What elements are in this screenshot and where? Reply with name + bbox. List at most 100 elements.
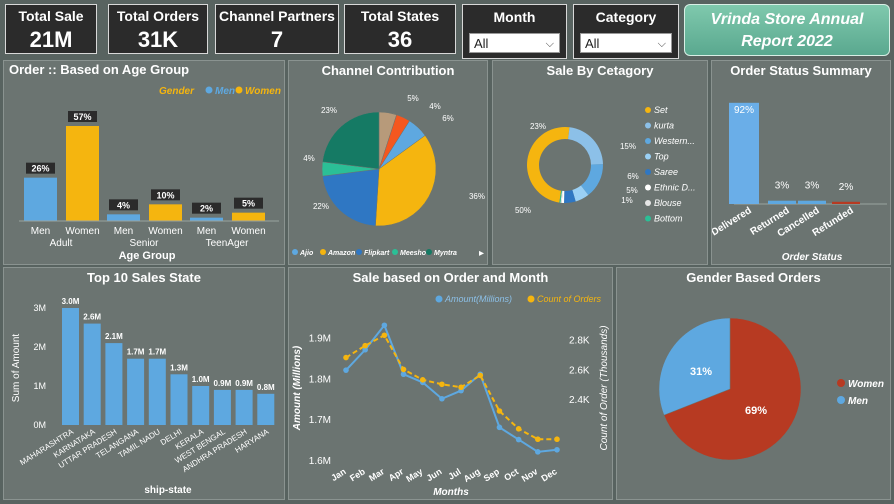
age-chart-title: Order :: Based on Age Group xyxy=(9,62,189,77)
state-bar xyxy=(257,393,275,425)
kpi-total-sale: Total Sale 21M xyxy=(5,4,97,54)
kpi-total-states: Total States 36 xyxy=(344,4,456,54)
donut-data-label: 6% xyxy=(627,172,639,181)
point-orders xyxy=(381,332,388,339)
point-orders xyxy=(535,436,541,443)
series-line-orders xyxy=(345,333,557,441)
age-group-chart: Order :: Based on Age GroupGender Men Wome… xyxy=(9,62,281,262)
x-axis-title: Months xyxy=(433,487,469,498)
donut-data-label: 1% xyxy=(621,196,633,205)
y-right-tick-label: 2.8K xyxy=(569,336,590,347)
y-left-tick-label: 1.6M xyxy=(309,456,331,467)
data-label: 26% xyxy=(31,164,49,174)
donut-data-label: 50% xyxy=(515,206,531,215)
legend-label: Saree xyxy=(654,167,678,177)
category-panel: Sale By Cetagory 50% 23% 15% 6% 5% 1% Set kurta… xyxy=(492,60,708,265)
legend-marker xyxy=(645,215,651,222)
age-group-panel: Order :: Based on Age Group Gender Men Wome… xyxy=(3,60,285,265)
x-sub-label: Women xyxy=(65,226,99,237)
x-tick-label: Delivered xyxy=(712,205,754,238)
point-orders xyxy=(362,342,368,349)
data-label: 1.0M xyxy=(192,375,210,384)
legend-label: Western... xyxy=(654,136,695,146)
x-group-label: TeenAger xyxy=(206,238,249,249)
data-label: 2.1M xyxy=(105,332,123,341)
y-tick-label: 0M xyxy=(33,420,46,430)
legend-label-amount: Amount(Millions) xyxy=(444,294,512,304)
data-label: 57% xyxy=(73,112,91,122)
pie-slice xyxy=(322,111,380,170)
legend-marker xyxy=(645,138,651,144)
x-tick-label: Sep xyxy=(482,466,502,483)
data-label: 2% xyxy=(200,204,213,214)
x-tick-label: Jul xyxy=(446,466,462,481)
state-bar xyxy=(62,308,79,425)
kpi-value: 31K xyxy=(137,27,179,52)
y-tick-label: 1M xyxy=(33,381,46,391)
donut-data-label: 5% xyxy=(626,186,638,195)
kpi-value: 21M xyxy=(29,27,73,52)
pie-data-label: 6% xyxy=(442,114,454,123)
month-dropdown[interactable]: All ⌵ xyxy=(469,33,560,53)
point-orders xyxy=(419,377,426,383)
x-group-label: Adult xyxy=(50,238,73,249)
pie-data-label: 23% xyxy=(321,106,337,115)
y-left-axis-title: Amount (Millions) xyxy=(292,345,303,431)
y-right-tick-label: 2.6K xyxy=(569,365,590,376)
point-amount xyxy=(496,424,503,431)
bar-women xyxy=(66,126,99,221)
x-tick-label: Jun xyxy=(425,466,444,483)
x-tick-label: Oct xyxy=(502,466,520,482)
data-label: 1.7M xyxy=(148,348,166,357)
bar-men xyxy=(107,214,140,221)
category-chart: 50% 23% 15% 6% 5%1% Set kurta Western... Top Sare… xyxy=(515,105,696,224)
gender-panel: Gender Based Orders 69% 31% Women Men xyxy=(616,267,891,500)
legend-label: Women xyxy=(848,379,884,390)
state-bar xyxy=(83,323,101,425)
pie-data-label: 36% xyxy=(469,192,485,201)
legend-marker xyxy=(392,249,398,255)
legend-marker xyxy=(426,249,432,255)
report-title: Vrinda Store Annual Report 2022 xyxy=(684,4,890,56)
point-amount xyxy=(343,367,349,373)
category-dropdown[interactable]: All ⌵ xyxy=(580,33,672,53)
legend-marker xyxy=(292,249,298,255)
x-tick-label: Jan xyxy=(329,466,347,483)
state-bar xyxy=(192,386,210,425)
point-orders xyxy=(400,366,407,373)
x-tick-label: Feb xyxy=(348,466,367,483)
gender-chart: 69% 31% Women Men xyxy=(658,317,884,461)
kpi-total-orders: Total Orders 31K xyxy=(108,4,208,54)
x-axis-title: Order Status xyxy=(782,252,843,263)
legend-marker xyxy=(645,169,651,175)
report-title-line-1: Vrinda Store Annual xyxy=(710,11,864,28)
legend-marker xyxy=(320,249,326,255)
pie-data-label: 22% xyxy=(313,202,329,211)
status-chart: 92%Delivered3%Returned3%Cancelled2%Refun… xyxy=(712,102,887,263)
point-orders xyxy=(515,426,522,432)
legend-marker-amount xyxy=(435,295,443,303)
x-tick-label: Apr xyxy=(387,466,406,483)
legend-marker xyxy=(645,184,651,191)
status-bar xyxy=(768,200,796,204)
x-tick-label: Mar xyxy=(367,466,386,483)
data-label: 3% xyxy=(805,181,820,192)
status-bar xyxy=(832,201,860,204)
legend-marker xyxy=(645,107,651,113)
x-tick-label: Dec xyxy=(539,466,558,483)
x-axis-title: ship-state xyxy=(144,485,192,496)
y-left-tick-label: 1.7M xyxy=(309,415,331,426)
data-label: 10% xyxy=(156,190,174,200)
legend-marker-orders xyxy=(527,295,535,303)
legend-marker xyxy=(837,379,845,387)
data-label: 0.9M xyxy=(214,379,232,388)
legend-marker xyxy=(837,396,845,404)
pie-slice xyxy=(322,168,380,227)
state-bar xyxy=(170,374,188,425)
legend-marker xyxy=(645,153,651,160)
data-label: 3.0M xyxy=(62,297,80,306)
pie-data-label: 31% xyxy=(690,366,712,378)
status-bar xyxy=(798,200,826,204)
point-amount xyxy=(535,449,541,455)
kpi-label: Total States xyxy=(360,8,440,24)
